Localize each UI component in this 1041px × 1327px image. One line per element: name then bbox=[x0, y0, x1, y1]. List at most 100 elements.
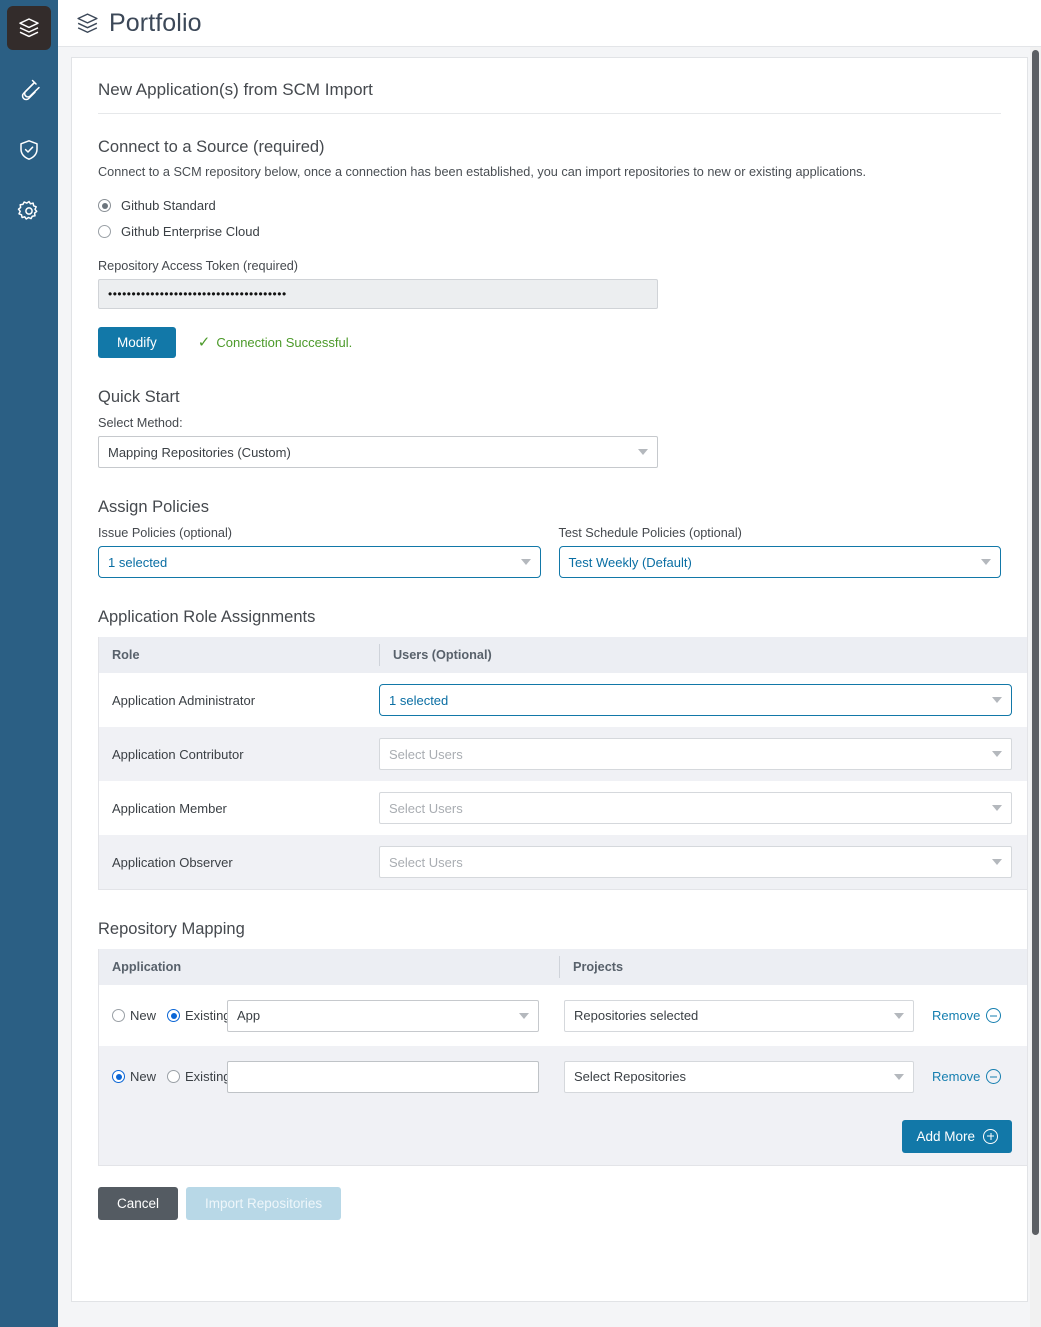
chevron-down-icon bbox=[894, 1012, 904, 1019]
users-dropdown-application-observer[interactable]: Select Users bbox=[379, 846, 1012, 879]
radio-label-github-enterprise-cloud[interactable]: Github Enterprise Cloud bbox=[121, 224, 260, 239]
chevron-down-icon bbox=[520, 559, 531, 566]
projects-value: Select Repositories bbox=[574, 1069, 686, 1085]
repository-mapping-row: New Existing App Repositories selected R… bbox=[99, 985, 1027, 1046]
table-header-row: Role Users (Optional) bbox=[99, 637, 1027, 674]
app-root: Portfolio New Application(s) from SCM Im… bbox=[0, 0, 1041, 1327]
radio-existing[interactable] bbox=[167, 1070, 181, 1084]
application-value: App bbox=[237, 1008, 261, 1024]
radio-github-enterprise-cloud[interactable] bbox=[98, 225, 111, 239]
add-more-button[interactable]: Add More bbox=[902, 1119, 1012, 1153]
issue-policies-dropdown[interactable]: 1 selected bbox=[98, 546, 541, 579]
add-more-label: Add More bbox=[916, 1128, 975, 1144]
shield-check-icon bbox=[17, 138, 41, 162]
top-header: Portfolio bbox=[58, 0, 1041, 47]
cancel-button[interactable]: Cancel bbox=[98, 1187, 179, 1221]
check-icon: ✓ bbox=[197, 334, 211, 352]
source-option-github-standard[interactable]: Github Standard bbox=[98, 198, 1001, 213]
content-scroll-area: New Application(s) from SCM Import Conne… bbox=[58, 47, 1041, 1327]
table-header-row: Application Projects bbox=[99, 949, 1027, 986]
users-value: Select Users bbox=[389, 746, 463, 762]
radio-label-existing[interactable]: Existing bbox=[185, 1069, 231, 1084]
radio-label-github-standard[interactable]: Github Standard bbox=[121, 198, 216, 213]
import-card: New Application(s) from SCM Import Conne… bbox=[71, 57, 1028, 1302]
users-dropdown-application-member[interactable]: Select Users bbox=[379, 792, 1012, 825]
issue-policies-value: 1 selected bbox=[108, 554, 168, 570]
layers-icon bbox=[75, 11, 100, 36]
test-tube-icon bbox=[17, 77, 41, 101]
repository-access-token-input[interactable]: •••••••••••••••••••••••••••••••••••••• bbox=[98, 279, 658, 310]
users-dropdown-application-administrator[interactable]: 1 selected bbox=[379, 684, 1012, 717]
chevron-down-icon bbox=[894, 1073, 904, 1080]
role-name: Application Member bbox=[112, 800, 227, 816]
gear-icon bbox=[17, 199, 41, 223]
quick-start-heading: Quick Start bbox=[98, 388, 180, 407]
test-schedule-policies-field: Test Schedule Policies (optional) Test W… bbox=[558, 526, 1001, 579]
application-mode-radios: New Existing bbox=[99, 1008, 231, 1023]
test-schedule-policies-dropdown[interactable]: Test Weekly (Default) bbox=[558, 546, 1001, 579]
modify-button[interactable]: Modify bbox=[98, 327, 176, 359]
minus-circle-icon bbox=[986, 1008, 1002, 1024]
radio-existing[interactable] bbox=[167, 1009, 181, 1023]
radio-label-new[interactable]: New bbox=[130, 1008, 156, 1023]
form-actions: Cancel Import Repositories bbox=[98, 1187, 1001, 1221]
minus-circle-icon bbox=[986, 1069, 1002, 1085]
users-value: Select Users bbox=[389, 800, 463, 816]
sidebar-item-portfolio[interactable] bbox=[7, 6, 51, 50]
scrollbar-thumb[interactable] bbox=[1032, 50, 1039, 1235]
remove-label: Remove bbox=[932, 1008, 981, 1024]
issue-policies-label: Issue Policies (optional) bbox=[98, 526, 232, 541]
source-option-github-enterprise-cloud[interactable]: Github Enterprise Cloud bbox=[98, 224, 1001, 239]
sidebar-item-security[interactable] bbox=[7, 128, 51, 172]
connection-status-text: Connection Successful. bbox=[216, 335, 353, 351]
import-repositories-button[interactable]: Import Repositories bbox=[186, 1187, 342, 1221]
roles-heading: Application Role Assignments bbox=[98, 608, 316, 627]
radio-new[interactable] bbox=[112, 1070, 125, 1084]
table-row: Application Contributor Select Users bbox=[99, 727, 1027, 782]
test-schedule-policies-label: Test Schedule Policies (optional) bbox=[558, 526, 742, 541]
role-name: Application Contributor bbox=[112, 746, 244, 762]
main-region: Portfolio New Application(s) from SCM Im… bbox=[58, 0, 1041, 1327]
vertical-scrollbar[interactable] bbox=[1030, 47, 1041, 1327]
sidebar bbox=[0, 0, 58, 1327]
card-title: New Application(s) from SCM Import bbox=[98, 80, 1001, 114]
radio-label-existing[interactable]: Existing bbox=[185, 1008, 231, 1023]
radio-new[interactable] bbox=[112, 1009, 125, 1023]
token-label: Repository Access Token (required) bbox=[98, 259, 299, 274]
application-name-input-row-2[interactable] bbox=[227, 1060, 539, 1093]
remove-row-2-button[interactable]: Remove bbox=[932, 1069, 1002, 1085]
test-schedule-policies-value: Test Weekly (Default) bbox=[568, 554, 692, 570]
connect-heading: Connect to a Source (required) bbox=[98, 138, 325, 156]
table-row: Application Administrator 1 selected bbox=[99, 673, 1027, 727]
radio-github-standard[interactable] bbox=[98, 199, 111, 213]
repository-mapping-heading: Repository Mapping bbox=[98, 920, 245, 939]
select-method-value: Mapping Repositories (Custom) bbox=[108, 444, 291, 460]
users-value: 1 selected bbox=[389, 692, 449, 708]
projects-select-row-1[interactable]: Repositories selected bbox=[564, 999, 914, 1032]
projects-select-row-2[interactable]: Select Repositories bbox=[564, 1060, 914, 1093]
sidebar-item-settings[interactable] bbox=[7, 189, 51, 233]
connect-description: Connect to a SCM repository below, once … bbox=[98, 165, 867, 179]
radio-label-new[interactable]: New bbox=[130, 1069, 156, 1084]
chevron-down-icon bbox=[992, 805, 1002, 812]
column-header-role: Role bbox=[112, 648, 140, 663]
chevron-down-icon bbox=[992, 697, 1002, 704]
chevron-down-icon bbox=[992, 859, 1002, 866]
remove-label: Remove bbox=[932, 1069, 981, 1085]
chevron-down-icon bbox=[519, 1012, 529, 1019]
application-select-row-1[interactable]: App bbox=[227, 999, 539, 1032]
remove-row-1-button[interactable]: Remove bbox=[932, 1008, 1002, 1024]
select-method-dropdown[interactable]: Mapping Repositories (Custom) bbox=[98, 436, 658, 469]
users-value: Select Users bbox=[389, 854, 463, 870]
select-method-label: Select Method: bbox=[98, 416, 183, 431]
page-title: Portfolio bbox=[109, 8, 202, 37]
sidebar-item-testing[interactable] bbox=[7, 67, 51, 111]
chevron-down-icon bbox=[981, 559, 991, 566]
chevron-down-icon bbox=[638, 449, 648, 456]
column-header-users: Users (Optional) bbox=[393, 648, 492, 663]
table-row: Application Observer Select Users bbox=[99, 835, 1027, 890]
table-row: Application Member Select Users bbox=[99, 781, 1027, 835]
users-dropdown-application-contributor[interactable]: Select Users bbox=[379, 738, 1012, 771]
role-name: Application Administrator bbox=[112, 692, 256, 708]
application-mode-radios: New Existing bbox=[99, 1069, 231, 1084]
